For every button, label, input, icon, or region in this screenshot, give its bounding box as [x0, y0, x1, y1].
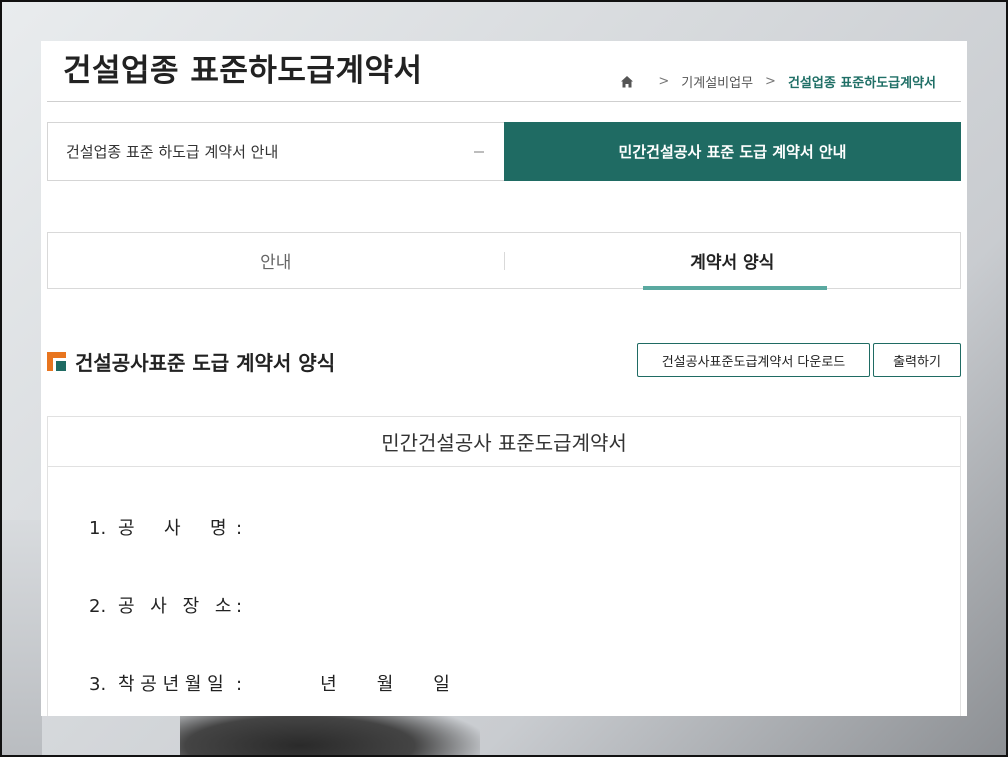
breadcrumb-item-current[interactable]: 건설업종 표준하도급계약서	[788, 72, 936, 91]
row-date-placeholder: 년 월 일	[320, 674, 450, 695]
download-button[interactable]: 건설공사표준도급계약서 다운로드	[637, 343, 870, 377]
row-colon: :	[236, 596, 243, 617]
tab-guide[interactable]: 안내	[48, 233, 504, 288]
row-number: 3.	[89, 674, 107, 695]
document-row-location: 2. 공 사 장 소 :	[89, 592, 242, 618]
breadcrumb-item-machinery[interactable]: 기계설비업무	[681, 72, 753, 91]
row-number: 1.	[89, 518, 107, 539]
document-row-start-date: 3. 착 공 년 월 일 : 년 월 일	[89, 670, 450, 696]
breadcrumb: > 기계설비업무 > 건설업종 표준하도급계약서	[620, 72, 936, 91]
tab-private-contract-guide-label: 민간건설공사 표준 도급 계약서 안내	[618, 143, 847, 161]
active-tab-indicator	[642, 286, 827, 290]
background-left	[0, 520, 42, 757]
tab-private-contract-guide[interactable]: 민간건설공사 표준 도급 계약서 안내	[504, 122, 961, 181]
section-header: 건설공사표준 도급 계약서 양식	[47, 347, 335, 376]
tab-subcontract-guide[interactable]: 건설업종 표준 하도급 계약서 안내	[47, 122, 504, 181]
row-colon: :	[236, 674, 243, 695]
tab-subcontract-guide-label: 건설업종 표준 하도급 계약서 안내	[66, 143, 279, 161]
chevron-right-icon: >	[765, 74, 776, 89]
tab-contract-form-label: 계약서 양식	[690, 253, 775, 273]
home-icon[interactable]	[620, 75, 634, 89]
row-label: 공 사 장 소	[118, 596, 237, 617]
section-title: 건설공사표준 도급 계약서 양식	[75, 351, 336, 375]
page-title: 건설업종 표준하도급계약서	[63, 53, 423, 89]
row-colon: :	[236, 518, 243, 539]
row-number: 2.	[89, 596, 107, 617]
section-square-icon	[47, 352, 66, 371]
contract-document: 민간건설공사 표준도급계약서 1. 공 사 명 : 2. 공 사 장 소 : 3…	[47, 416, 961, 716]
guide-tabs: 건설업종 표준 하도급 계약서 안내 민간건설공사 표준 도급 계약서 안내	[47, 122, 961, 181]
tab-contract-form[interactable]: 계약서 양식	[505, 233, 961, 290]
title-divider	[47, 101, 961, 102]
document-title: 민간건설공사 표준도급계약서	[48, 417, 960, 467]
print-button[interactable]: 출력하기	[873, 343, 961, 377]
sub-tabs: 안내 계약서 양식	[47, 232, 961, 290]
page-content: 건설업종 표준하도급계약서 > 기계설비업무 > 건설업종 표준하도급계약서 건…	[41, 41, 967, 716]
row-label: 공 사 명	[118, 518, 233, 539]
document-row-project-name: 1. 공 사 명 :	[89, 514, 242, 540]
row-label: 착 공 년 월 일	[118, 674, 224, 695]
chevron-right-icon: >	[658, 74, 670, 89]
minus-icon	[474, 150, 484, 153]
tab-guide-label: 안내	[260, 253, 292, 273]
